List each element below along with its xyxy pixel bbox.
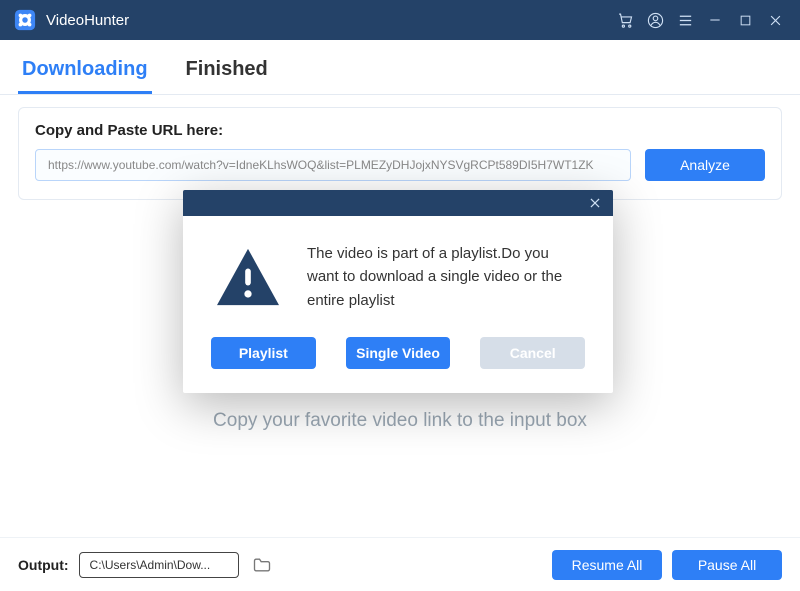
menu-icon[interactable]: [670, 0, 700, 40]
footer-bar: Output: Resume All Pause All: [0, 537, 800, 591]
dialog-message: The video is part of a playlist.Do you w…: [307, 242, 583, 312]
minimize-icon[interactable]: [700, 0, 730, 40]
warning-icon: [213, 246, 283, 313]
dialog-footer: Playlist Single Video Cancel: [183, 323, 613, 393]
close-icon[interactable]: [760, 0, 790, 40]
url-panel: Copy and Paste URL here: Analyze: [18, 107, 782, 200]
resume-all-button[interactable]: Resume All: [552, 550, 662, 580]
title-bar: VideoHunter: [0, 0, 800, 40]
browse-folder-icon[interactable]: [249, 552, 275, 578]
app-window: VideoHunter Downloading Finished Copy an…: [0, 0, 800, 591]
maximize-icon[interactable]: [730, 0, 760, 40]
empty-hint: Copy your favorite video link to the inp…: [0, 410, 800, 432]
cart-icon[interactable]: [610, 0, 640, 40]
account-icon[interactable]: [640, 0, 670, 40]
dialog-close-icon[interactable]: [583, 191, 607, 215]
tab-bar: Downloading Finished: [0, 40, 800, 95]
cancel-button[interactable]: Cancel: [480, 337, 585, 369]
url-input[interactable]: [35, 149, 631, 181]
playlist-dialog: The video is part of a playlist.Do you w…: [183, 190, 613, 393]
url-label: Copy and Paste URL here:: [35, 122, 765, 139]
dialog-header: [183, 190, 613, 216]
dialog-body: The video is part of a playlist.Do you w…: [183, 216, 613, 323]
pause-all-button[interactable]: Pause All: [672, 550, 782, 580]
analyze-button[interactable]: Analyze: [645, 149, 765, 181]
playlist-button[interactable]: Playlist: [211, 337, 316, 369]
output-label: Output:: [18, 557, 69, 573]
single-video-button[interactable]: Single Video: [346, 337, 451, 369]
app-title: VideoHunter: [46, 12, 129, 29]
tab-finished[interactable]: Finished: [182, 54, 272, 94]
url-row: Analyze: [35, 149, 765, 181]
tab-downloading[interactable]: Downloading: [18, 54, 152, 94]
output-path-input[interactable]: [79, 552, 239, 578]
app-logo-icon: [14, 9, 36, 31]
